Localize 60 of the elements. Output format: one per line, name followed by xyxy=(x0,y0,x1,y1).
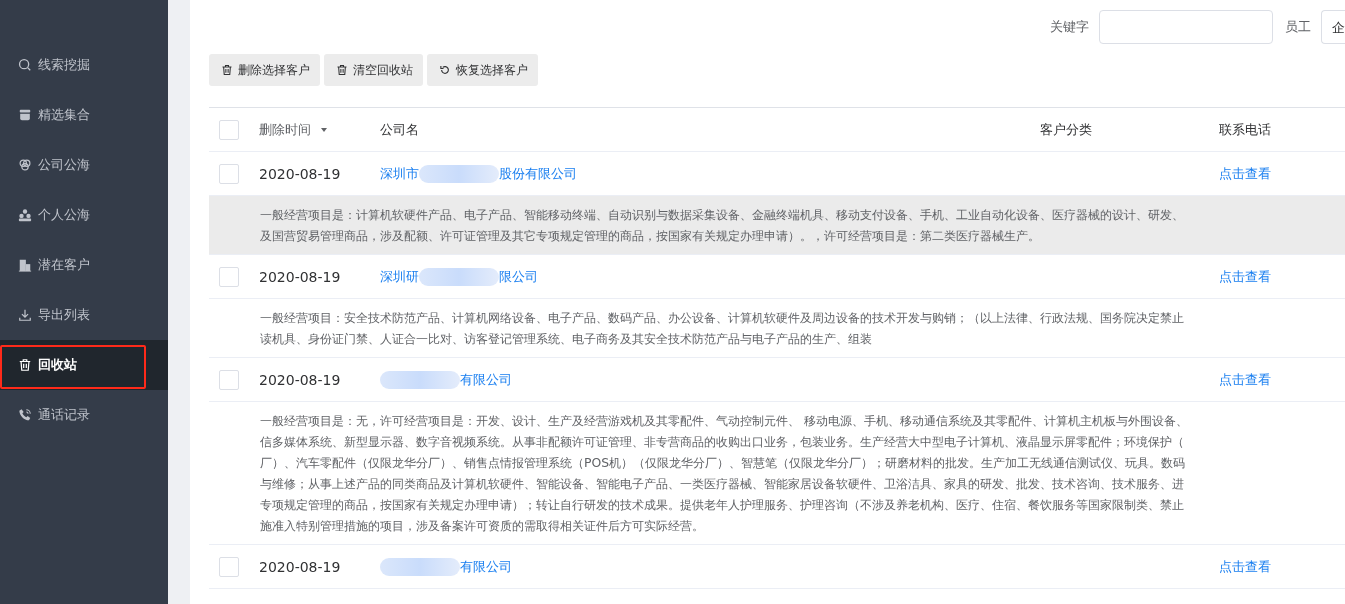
description-text: 施准入特别管理措施的项目，涉及备案许可资质的需取得相关证件后方可实际经营。 xyxy=(260,517,705,535)
checkbox[interactable] xyxy=(219,369,239,390)
company-link[interactable]: 股份有限公司 xyxy=(499,164,577,183)
sidebar-item[interactable]: 导出列表 xyxy=(0,290,168,340)
checkbox[interactable] xyxy=(219,266,239,287)
sidebar-item[interactable]: 回收站 xyxy=(0,340,168,390)
sidebar-item[interactable]: 通话记录 xyxy=(0,390,168,440)
company-link[interactable]: 有限公司 xyxy=(460,370,512,389)
date-text: 2020-08-19 xyxy=(259,558,341,575)
trash-icon xyxy=(336,64,348,76)
column-header[interactable]: 删除时间 xyxy=(259,120,311,139)
date-text: 2020-08-19 xyxy=(259,268,341,285)
sidebar-item[interactable]: 精选集合 xyxy=(0,90,168,140)
column-header: 客户分类 xyxy=(1040,121,1092,137)
checkbox[interactable] xyxy=(219,163,239,184)
description-text: 一般经营项目是：计算机软硬件产品、电子产品、智能移动终端、自动识别与数据采集设备、金融终端机具、移动支付设备、手机、工业自动化设备、医疗器械的设计、研发、 xyxy=(260,206,1185,224)
company-link[interactable]: 限公司 xyxy=(499,267,538,286)
action-button[interactable]: 清空回收站 xyxy=(324,54,423,86)
rings-icon xyxy=(18,158,32,172)
company-link[interactable]: 有限公司 xyxy=(460,557,512,576)
date-text: 2020-08-19 xyxy=(259,165,341,182)
trash-icon xyxy=(221,64,233,76)
view-phone-link[interactable]: 点击查看 xyxy=(1219,165,1271,181)
sidebar-item[interactable]: 潜在客户 xyxy=(0,240,168,290)
download-icon xyxy=(18,308,32,322)
checkbox[interactable] xyxy=(219,556,239,577)
company-link[interactable]: 深圳研 xyxy=(380,267,419,286)
description-text: 一般经营项目：安全技术防范产品、计算机网络设备、电子产品、数码产品、办公设备、计算机软硬件及周边设备的技术开发与购销；（以上法律、行政法规、国务院决定禁止 xyxy=(260,309,1185,327)
keyword-field[interactable] xyxy=(1099,10,1273,44)
view-phone-link[interactable]: 点击查看 xyxy=(1219,558,1271,574)
column-header: 公司名 xyxy=(380,120,419,139)
checkbox[interactable] xyxy=(219,119,239,140)
sidebar-item[interactable]: 公司公海 xyxy=(0,140,168,190)
employee-select[interactable]: 企 xyxy=(1321,10,1345,44)
sort-caret-icon[interactable] xyxy=(321,127,327,132)
building-icon xyxy=(18,258,32,272)
description-text: 厂）、汽车零配件（仅限龙华分厂）、销售点情报管理系统（POS机）（仅限龙华分厂）、智慧笔（仅限龙华分厂）；研磨材料的批发。生产加工无线通信测试仪、玩具。数码 xyxy=(260,454,1187,472)
description-text: 专项规定管理的商品，按国家有关规定办理申请）；转让自行研发的技术成果。提供老年人护理服务、护理咨询（不涉及养老机构、医疗、住宿、餐饮服务等国家限制类、禁止 xyxy=(260,496,1185,514)
employee-label: 员工 xyxy=(1285,18,1311,36)
description-text: 与维修；从事上述产品的同类商品及计算机软硬件、智能设备、智能电子产品、一类医疗器械、智能家居设备软硬件、卫浴洁具、家具的研发、批发、技术咨询、技术服务、进 xyxy=(260,475,1185,493)
stack-icon xyxy=(18,108,32,122)
people-icon xyxy=(18,208,32,222)
column-header: 联系电话 xyxy=(1219,121,1271,137)
company-link[interactable]: 深圳市 xyxy=(380,164,419,183)
undo-icon xyxy=(439,64,451,76)
keyword-label: 关键字 xyxy=(1050,18,1089,36)
view-phone-link[interactable]: 点击查看 xyxy=(1219,268,1271,284)
description-text: 信多媒体系统、新型显示器、数字音视频系统。从事非配额许可证管理、非专营商品的收购出口业务，包装业务。生产经营大中型电子计算机、液晶显示屏零配件；环境保护（ xyxy=(260,433,1185,451)
description-text: 一般经营项目是：无，许可经营项目是：开发、设计、生产及经营游戏机及其零配件、气动控制元件、 移动电源、手机、移动通信系统及其零配件、计算机主机板与外围设备、 xyxy=(260,412,1189,430)
sidebar-item[interactable]: 线索挖掘 xyxy=(0,40,168,90)
action-button[interactable]: 恢复选择客户 xyxy=(427,54,538,86)
view-phone-link[interactable]: 点击查看 xyxy=(1219,371,1271,387)
date-text: 2020-08-19 xyxy=(259,371,341,388)
search-icon xyxy=(18,58,32,72)
phone-icon xyxy=(18,408,32,422)
description-text: 及国营贸易管理商品，涉及配额、许可证管理及其它专项规定管理的商品，按国家有关规定办理申请）。，许可经营项目是：第二类医疗器械生产。 xyxy=(260,227,1041,245)
sidebar-item[interactable]: 个人公海 xyxy=(0,190,168,240)
action-button[interactable]: 删除选择客户 xyxy=(209,54,320,86)
description-text: 读机具、身份证门禁、人证合一比对、访客登记管理系统、电子商务及其安全技术防范产品与电子产品的生产、组装 xyxy=(260,330,873,348)
trash-icon xyxy=(18,358,32,372)
